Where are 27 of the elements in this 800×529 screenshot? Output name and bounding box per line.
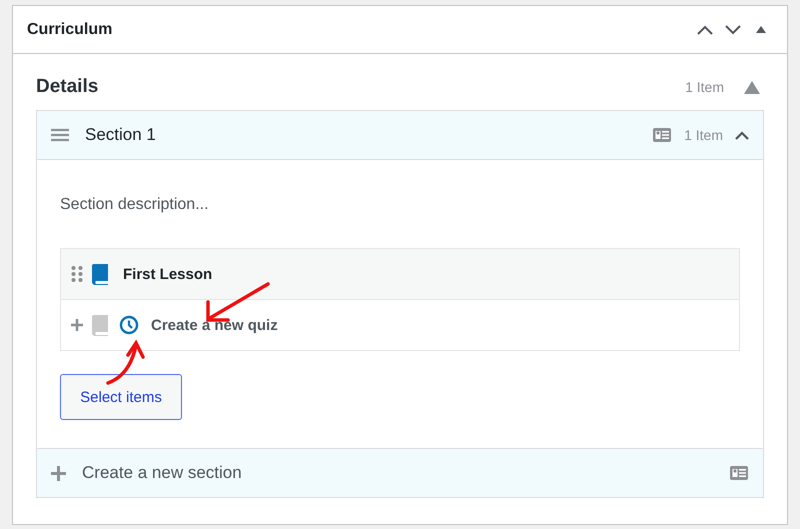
menu-icon[interactable] — [51, 128, 69, 142]
details-title: Details — [36, 76, 100, 98]
plus-icon[interactable] — [51, 466, 66, 480]
chevron-down-icon[interactable] — [725, 24, 741, 34]
book-icon[interactable] — [91, 314, 111, 336]
select-items-button[interactable]: Select items — [60, 374, 182, 420]
clock-icon[interactable] — [119, 315, 139, 335]
card-icon — [652, 126, 672, 144]
card-icon — [729, 464, 749, 482]
new-item-input[interactable]: Create a new quiz — [149, 316, 453, 334]
section-title: Section 1 — [85, 125, 157, 145]
drag-handle-icon[interactable] — [71, 265, 83, 283]
collapse-icon[interactable] — [744, 80, 760, 94]
plus-icon[interactable] — [71, 319, 83, 331]
annotation-arrow — [106, 340, 145, 385]
chevron-up-icon[interactable] — [697, 24, 713, 34]
toggle-icon[interactable] — [735, 130, 749, 140]
item-count: 1 Item — [685, 79, 724, 95]
lesson-row[interactable]: First Lesson — [61, 249, 739, 300]
book-icon — [91, 263, 111, 285]
panel-title: Curriculum — [27, 20, 114, 38]
lesson-title: First Lesson — [123, 266, 212, 282]
new-section-field[interactable]: Create a new section — [37, 448, 763, 497]
item-count: 1 Item — [684, 127, 723, 143]
collapse-icon[interactable] — [756, 26, 766, 33]
section-description[interactable]: Section description... — [60, 196, 740, 214]
new-section-input[interactable]: Create a new section — [80, 462, 717, 484]
